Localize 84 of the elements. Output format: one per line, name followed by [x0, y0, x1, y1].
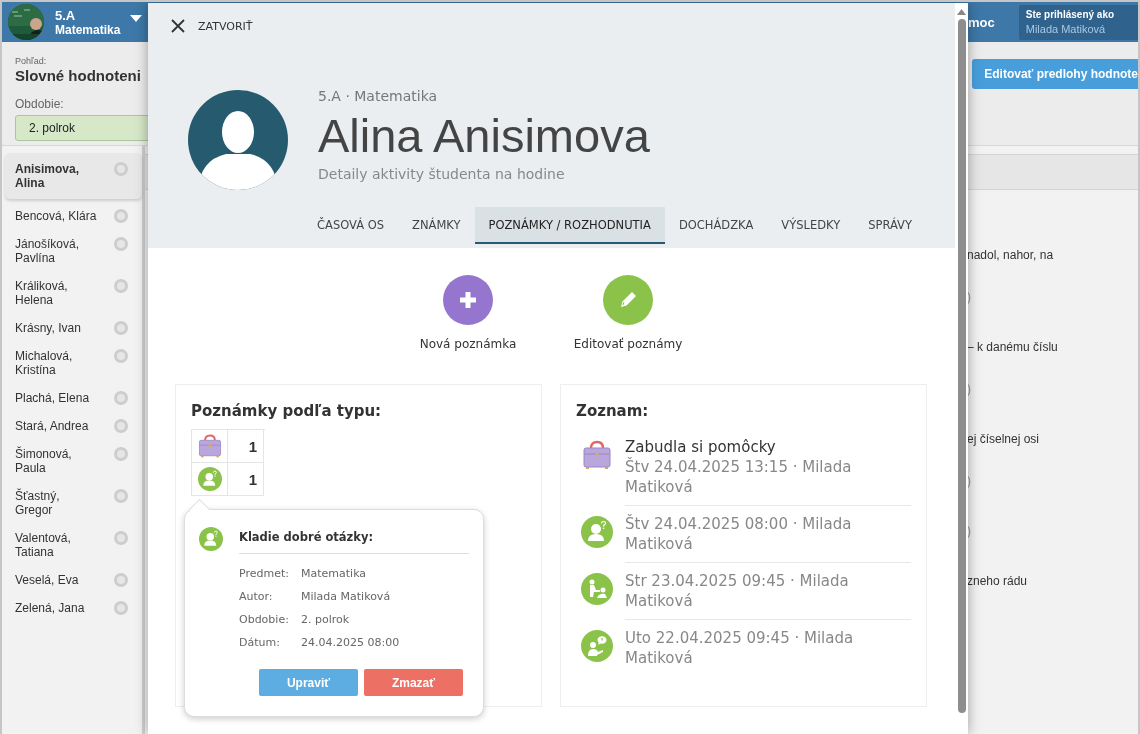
- note-meta: Štv 24.04.2025 08:00 · Milada Matiková: [625, 514, 853, 554]
- count-cell: 1: [228, 430, 264, 463]
- field-label: Obdobie:: [239, 612, 290, 627]
- scrollbar[interactable]: [955, 3, 968, 734]
- student-item[interactable]: Veselá, Eva: [5, 566, 142, 594]
- field-label: Dátum:: [239, 635, 281, 650]
- class-name: 5.A: [55, 7, 77, 23]
- field-label: Predmet:: [239, 566, 290, 581]
- student-item[interactable]: Šimonová, Paula: [5, 440, 142, 482]
- status-dot-icon: [114, 279, 128, 293]
- student-item[interactable]: Michalová, Kristína: [5, 342, 142, 384]
- note-list-item[interactable]: Uto 22.04.2025 09:45 · Milada Matiková: [576, 620, 911, 676]
- note-list-item[interactable]: Zabudla si pomôcky Štv 24.04.2025 13:15 · Milada Matiková: [576, 429, 911, 506]
- status-dot-icon: [114, 321, 128, 335]
- student-item[interactable]: Valentová, Tatiana: [5, 524, 142, 566]
- note-meta: Str 23.04.2025 09:45 · Milada Matiková: [625, 571, 850, 611]
- student-item[interactable]: Stará, Andrea: [5, 412, 142, 440]
- student-item[interactable]: Bencová, Klára: [5, 202, 142, 230]
- student-item[interactable]: Šťastný, Gregor: [5, 482, 142, 524]
- tab[interactable]: SPRÁVY: [854, 207, 926, 244]
- view-title: Slovné hodnoteni: [15, 67, 142, 84]
- tab[interactable]: POZNÁMKY / ROZHODNUTIA: [474, 207, 665, 244]
- status-dot-icon: [114, 573, 128, 587]
- person-question-icon: [197, 467, 222, 491]
- new-note-button[interactable]: Nová poznámka: [398, 275, 538, 351]
- card-title: Zoznam:: [576, 402, 650, 420]
- field-value: 24.04.2025 08:00: [301, 635, 401, 650]
- field-value: Milada Matiková: [301, 589, 392, 604]
- view-label: Pohľad:: [15, 56, 48, 66]
- criterion-text: nadol, nahor, na: [967, 248, 1055, 262]
- criterion-text: ej číselnej osi: [967, 432, 1041, 446]
- field-value: Matematika: [301, 566, 368, 581]
- student-item[interactable]: Jánošíková, Pavlína: [5, 230, 142, 272]
- status-dot-icon: [114, 531, 128, 545]
- note-list-item[interactable]: Štv 24.04.2025 08:00 · Milada Matiková: [576, 506, 911, 563]
- plus-icon: [443, 275, 493, 325]
- student-item[interactable]: Anisimova, Alina: [5, 153, 142, 199]
- subject-name: Matematika: [55, 22, 121, 37]
- count-cell: 1: [228, 463, 264, 496]
- tab[interactable]: ZNÁMKY: [398, 207, 475, 244]
- criterion-text: zneho rádu: [967, 574, 1029, 588]
- status-dot-icon: [114, 601, 128, 615]
- student-item[interactable]: Krásny, Ivan: [5, 314, 142, 342]
- status-dot-icon: [114, 209, 128, 223]
- student-name-title: Alina Anisimova: [318, 108, 650, 164]
- subtitle: Detaily aktivity študenta na hodine: [318, 165, 566, 184]
- person-speech-icon: [581, 630, 613, 662]
- class-subject-label: 5.A · Matematika: [318, 87, 439, 106]
- login-label: Ste prihlásený ako: [1025, 7, 1116, 22]
- person-question-icon: [199, 527, 223, 551]
- status-dot-icon: [114, 162, 128, 176]
- people-helping-icon: [581, 573, 613, 605]
- status-dot-icon: [114, 349, 128, 363]
- note-title: Zabudla si pomôcky: [625, 437, 777, 457]
- status-dot-icon: [114, 419, 128, 433]
- popover-title: Kladie dobré otázky:: [239, 530, 469, 554]
- student-item[interactable]: Zelená, Jana: [5, 594, 142, 622]
- help-link[interactable]: moc: [968, 14, 995, 30]
- student-item[interactable]: Plachá, Elena: [5, 384, 142, 412]
- user-name[interactable]: Milada Matiková: [1025, 21, 1138, 37]
- tab[interactable]: DOCHÁDZKA: [664, 207, 768, 244]
- pencil-icon: [603, 275, 653, 325]
- note-list-item[interactable]: Str 23.04.2025 09:45 · Milada Matiková: [576, 563, 911, 620]
- field-label: Autor:: [239, 589, 274, 604]
- note-meta: Uto 22.04.2025 09:45 · Milada Matiková: [625, 628, 855, 668]
- tab[interactable]: ČASOVÁ OS: [303, 207, 399, 244]
- person-question-icon: [581, 516, 613, 548]
- status-dot-icon: [114, 391, 128, 405]
- edit-notes-button[interactable]: Editovať poznámy: [558, 275, 698, 351]
- status-dot-icon: [114, 237, 128, 251]
- period-label: Obdobie:: [15, 97, 65, 111]
- status-dot-icon: [114, 447, 128, 461]
- scrollbar-thumb[interactable]: [957, 19, 966, 713]
- caret-icon: [130, 14, 143, 22]
- tab[interactable]: VÝSLEDKY: [767, 207, 855, 244]
- close-icon: [170, 18, 186, 34]
- scroll-up-icon: [957, 9, 966, 15]
- close-button[interactable]: ZATVORIŤ: [170, 18, 253, 34]
- status-dot-icon: [114, 489, 128, 503]
- note-meta: Štv 24.04.2025 13:15 · Milada Matiková: [625, 457, 853, 497]
- card-title: Poznámky podľa typu:: [191, 402, 383, 420]
- student-item[interactable]: Králiková, Helena: [5, 272, 142, 314]
- handbag-icon: [581, 439, 613, 471]
- field-value: 2. polrok: [301, 612, 351, 627]
